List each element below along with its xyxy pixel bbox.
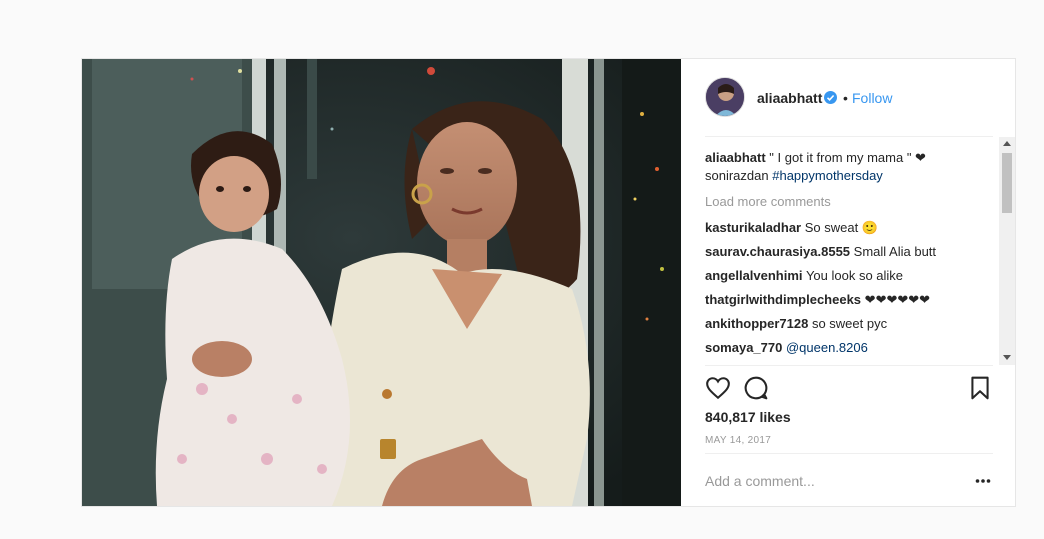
separator-dot: • bbox=[843, 90, 848, 106]
caption-mention[interactable]: sonirazdan bbox=[705, 168, 769, 183]
divider bbox=[705, 453, 993, 454]
comment-username[interactable]: ankithopper7128 bbox=[705, 316, 808, 331]
comment-username[interactable]: somaya_770 bbox=[705, 340, 782, 355]
comment-item: thatgirlwithdimplecheeks ❤❤❤❤❤❤ bbox=[705, 292, 930, 308]
comments-list: aliaabhatt " I got it from my mama " ❤ s… bbox=[681, 137, 1015, 365]
caption-hashtag[interactable]: #happymothersday bbox=[772, 168, 883, 183]
comment-username[interactable]: angellalvenhimi bbox=[705, 268, 803, 283]
comment-item: angellalvenhimi You look so alike bbox=[705, 268, 903, 284]
verified-badge-icon bbox=[824, 91, 837, 104]
username-link[interactable]: aliaabhatt bbox=[757, 90, 822, 106]
heart-icon[interactable] bbox=[705, 375, 731, 401]
comment-username[interactable]: kasturikaladhar bbox=[705, 220, 801, 235]
comment-item: saurav.chaurasiya.8555 Small Alia butt bbox=[705, 244, 936, 260]
comment-text: so sweet pyc bbox=[811, 316, 888, 331]
comment-item: kasturikaladhar So sweat 🙂 bbox=[705, 220, 878, 236]
action-bar bbox=[681, 371, 1015, 407]
comment-text: So sweat 🙂 bbox=[804, 220, 879, 235]
caption-line2: sonirazdan #happymothersday bbox=[705, 168, 883, 184]
bookmark-icon[interactable] bbox=[967, 375, 993, 401]
follow-button[interactable]: Follow bbox=[852, 90, 892, 106]
comments-scrollbar[interactable] bbox=[999, 137, 1015, 365]
scroll-up-arrow-icon[interactable] bbox=[1003, 141, 1011, 146]
caption-username[interactable]: aliaabhatt bbox=[705, 150, 766, 165]
comment-text: Small Alia butt bbox=[853, 244, 937, 259]
comment-mention[interactable]: @queen.8206 bbox=[786, 340, 868, 355]
comment-bubble-icon[interactable] bbox=[743, 375, 769, 401]
comment-username[interactable]: thatgirlwithdimplecheeks bbox=[705, 292, 861, 307]
comment-text: ❤❤❤❤❤❤ bbox=[864, 292, 931, 307]
comment-text: You look so alike bbox=[805, 268, 904, 283]
post-date: MAY 14, 2017 bbox=[705, 435, 772, 446]
comment-item: ankithopper7128 so sweet pyc bbox=[705, 316, 887, 332]
add-comment-input[interactable] bbox=[705, 471, 955, 491]
more-options-icon[interactable] bbox=[973, 471, 993, 491]
scroll-thumb[interactable] bbox=[1002, 153, 1012, 213]
comment-item: somaya_770 @queen.8206 bbox=[705, 340, 868, 356]
comment-username[interactable]: saurav.chaurasiya.8555 bbox=[705, 244, 850, 259]
post-header: aliaabhatt • Follow bbox=[681, 59, 1015, 136]
scroll-down-arrow-icon[interactable] bbox=[1003, 355, 1011, 360]
post-card: aliaabhatt • Follow aliaabhatt " I got i… bbox=[81, 58, 1016, 507]
caption-text: " I got it from my mama " ❤ bbox=[765, 150, 926, 165]
avatar[interactable] bbox=[705, 77, 745, 117]
load-more-comments-button[interactable]: Load more comments bbox=[705, 194, 831, 209]
divider bbox=[705, 365, 993, 366]
post-photo[interactable] bbox=[82, 59, 681, 506]
post-sidebar: aliaabhatt • Follow aliaabhatt " I got i… bbox=[681, 59, 1015, 506]
caption: aliaabhatt " I got it from my mama " ❤ bbox=[705, 150, 926, 166]
likes-count[interactable]: 840,817 likes bbox=[705, 409, 791, 425]
